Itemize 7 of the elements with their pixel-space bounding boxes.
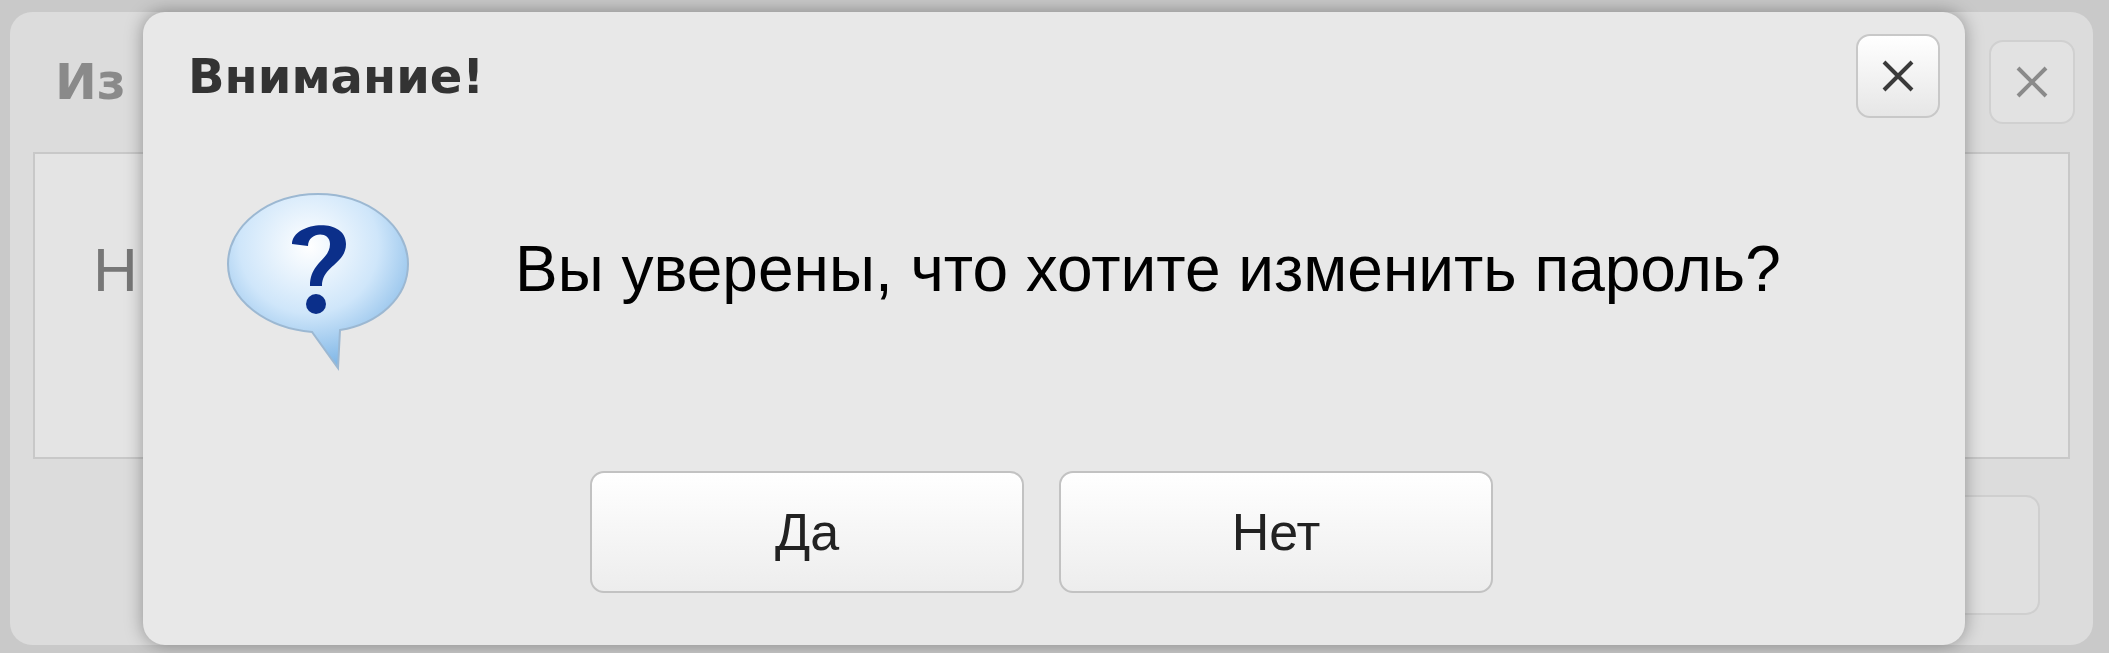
panel-text: Н (93, 239, 138, 301)
dialog-button[interactable]: Нет (1059, 471, 1493, 593)
close-button[interactable] (1856, 34, 1940, 118)
dialog-message: Вы уверены, что хотите изменить пароль? (515, 231, 1781, 307)
dialog-button[interactable]: Да (590, 471, 1024, 593)
dialog-title: Внимание! (188, 47, 485, 106)
window-title: Из (55, 51, 126, 113)
